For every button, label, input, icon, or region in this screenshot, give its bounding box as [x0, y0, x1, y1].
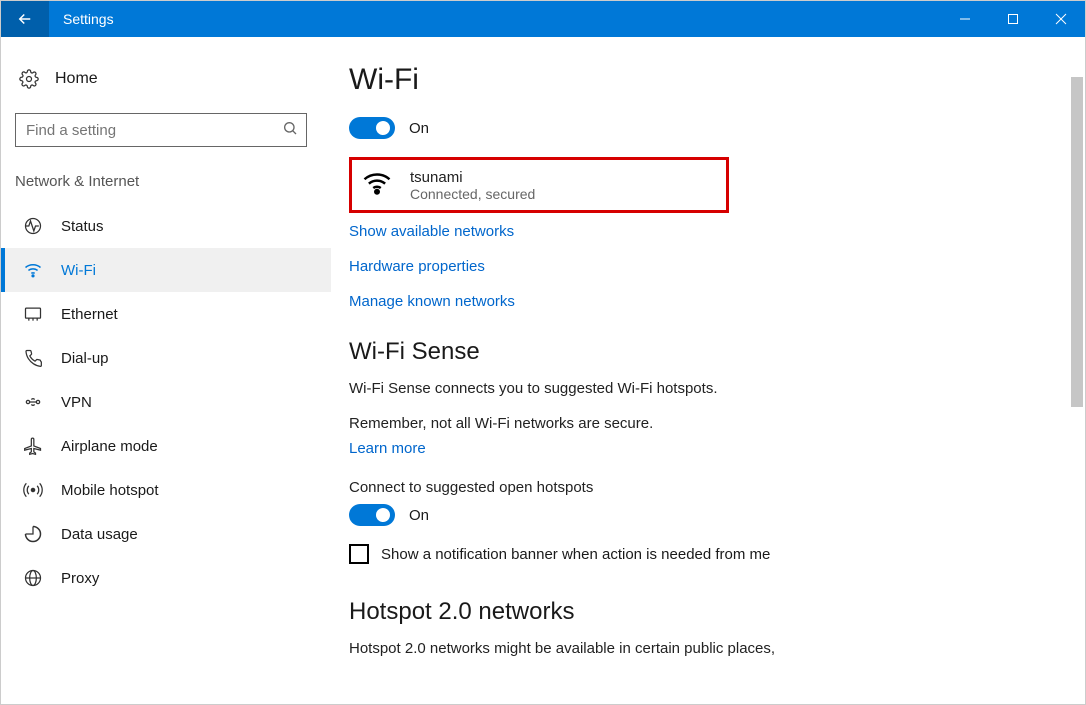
open-hotspots-toggle[interactable]	[349, 504, 395, 526]
datausage-icon	[23, 524, 43, 544]
search-box[interactable]	[15, 113, 307, 147]
notify-checkbox-row: Show a notification banner when action i…	[349, 544, 1065, 564]
window-title: Settings	[49, 1, 941, 37]
minimize-icon	[959, 13, 971, 25]
hotspot-icon	[23, 480, 43, 500]
link-learn-more[interactable]: Learn more	[349, 440, 1065, 457]
sidebar-item-hotspot[interactable]: Mobile hotspot	[1, 468, 331, 512]
sidebar-item-proxy[interactable]: Proxy	[1, 556, 331, 600]
network-status: Connected, secured	[410, 186, 535, 202]
minimize-button[interactable]	[941, 1, 989, 37]
open-hotspots-toggle-row: On	[349, 504, 1065, 526]
content-area: Home Network & Internet Status Wi-Fi	[1, 37, 1085, 704]
close-icon	[1055, 13, 1067, 25]
open-hotspots-label: Connect to suggested open hotspots	[349, 479, 1065, 496]
wifi-sense-desc: Wi-Fi Sense connects you to suggested Wi…	[349, 380, 1065, 397]
titlebar: Settings	[1, 1, 1085, 37]
ethernet-icon	[23, 304, 43, 324]
proxy-icon	[23, 568, 43, 588]
current-network[interactable]: tsunami Connected, secured	[349, 157, 729, 213]
network-name: tsunami	[410, 169, 535, 186]
sidebar-item-label: VPN	[61, 394, 92, 411]
wifi-toggle[interactable]	[349, 117, 395, 139]
dialup-icon	[23, 348, 43, 368]
sidebar-item-datausage[interactable]: Data usage	[1, 512, 331, 556]
notify-checkbox[interactable]	[349, 544, 369, 564]
sidebar-item-label: Ethernet	[61, 306, 118, 323]
wifi-toggle-row: On	[349, 117, 1065, 139]
sidebar-item-label: Mobile hotspot	[61, 482, 159, 499]
sidebar-item-label: Status	[61, 218, 104, 235]
wifi-toggle-label: On	[409, 120, 429, 137]
scrollbar[interactable]	[1069, 73, 1085, 704]
nav-list: Status Wi-Fi Ethernet Dial-up	[1, 204, 331, 600]
wifi-sense-title: Wi-Fi Sense	[349, 338, 1065, 366]
sidebar-category: Network & Internet	[1, 167, 331, 204]
page-title: Wi-Fi	[349, 63, 1065, 97]
sidebar-item-vpn[interactable]: VPN	[1, 380, 331, 424]
search-input[interactable]	[24, 121, 282, 140]
open-hotspots-toggle-label: On	[409, 507, 429, 524]
home-label: Home	[55, 70, 98, 88]
hotspot20-desc: Hotspot 2.0 networks might be available …	[349, 640, 1065, 657]
scrollbar-thumb[interactable]	[1071, 77, 1083, 407]
sidebar-item-dialup[interactable]: Dial-up	[1, 336, 331, 380]
link-show-networks[interactable]: Show available networks	[349, 223, 1065, 240]
hotspot20-title: Hotspot 2.0 networks	[349, 598, 1065, 626]
window-controls	[941, 1, 1085, 37]
sidebar-item-label: Dial-up	[61, 350, 109, 367]
sidebar-item-label: Proxy	[61, 570, 99, 587]
sidebar-item-label: Airplane mode	[61, 438, 158, 455]
close-button[interactable]	[1037, 1, 1085, 37]
vpn-icon	[23, 392, 43, 412]
link-hardware-properties[interactable]: Hardware properties	[349, 258, 1065, 275]
sidebar-item-label: Data usage	[61, 526, 138, 543]
status-icon	[23, 216, 43, 236]
main-panel: Wi-Fi On tsunami Connected, secured Show…	[331, 37, 1085, 704]
network-info: tsunami Connected, secured	[410, 169, 535, 202]
notify-checkbox-label: Show a notification banner when action i…	[381, 546, 770, 563]
wifi-signal-icon	[362, 168, 392, 202]
sidebar: Home Network & Internet Status Wi-Fi	[1, 37, 331, 704]
arrow-left-icon	[16, 10, 34, 28]
sidebar-item-airplane[interactable]: Airplane mode	[1, 424, 331, 468]
wifi-sense-reminder: Remember, not all Wi-Fi networks are sec…	[349, 415, 1065, 432]
home-button[interactable]: Home	[1, 63, 331, 107]
link-manage-known[interactable]: Manage known networks	[349, 293, 1065, 310]
sidebar-item-label: Wi-Fi	[61, 262, 96, 279]
search-icon	[282, 120, 298, 140]
gear-icon	[19, 69, 39, 89]
maximize-button[interactable]	[989, 1, 1037, 37]
back-button[interactable]	[1, 1, 49, 37]
wifi-icon	[23, 260, 43, 280]
airplane-icon	[23, 436, 43, 456]
sidebar-item-wifi[interactable]: Wi-Fi	[1, 248, 331, 292]
sidebar-item-status[interactable]: Status	[1, 204, 331, 248]
sidebar-item-ethernet[interactable]: Ethernet	[1, 292, 331, 336]
maximize-icon	[1007, 13, 1019, 25]
